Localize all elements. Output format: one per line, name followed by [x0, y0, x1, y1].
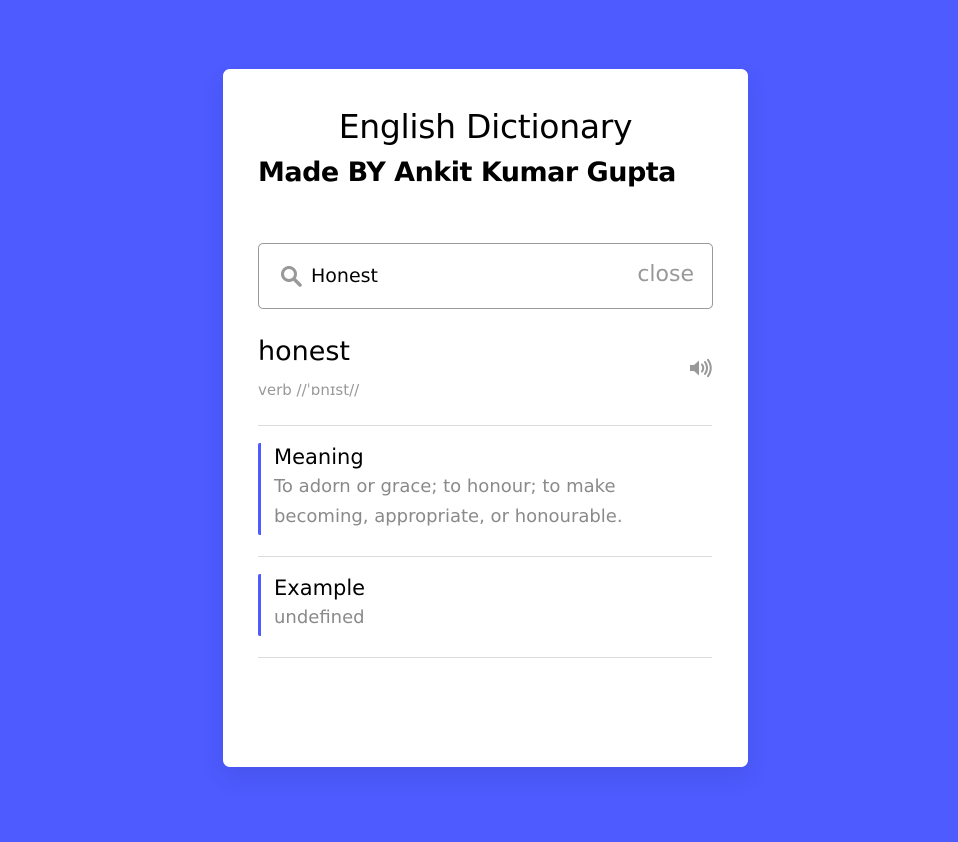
example-label: Example — [274, 576, 366, 600]
meaning-text: To adorn or grace; to honour; to make be… — [274, 476, 623, 528]
result-phonetic: verb //ˈɒnɪst// — [258, 381, 360, 399]
app-subtitle: Made BY Ankit Kumar Gupta — [258, 157, 676, 188]
app-title: English Dictionary — [338, 107, 633, 146]
divider — [258, 425, 712, 426]
divider — [258, 556, 712, 557]
volume-icon[interactable] — [689, 358, 713, 378]
meaning-section: Meaning To adorn or grace; to honour; to… — [258, 443, 712, 535]
search-input[interactable] — [311, 260, 611, 292]
search-icon — [281, 266, 302, 287]
search-box: close — [258, 243, 713, 309]
meaning-label: Meaning — [274, 445, 364, 469]
example-text: undefined — [274, 607, 365, 629]
result-word: honest — [258, 336, 351, 367]
example-section: Example undefined — [258, 574, 712, 636]
close-button[interactable]: close — [637, 262, 694, 287]
divider — [258, 657, 712, 658]
dictionary-card: English Dictionary Made BY Ankit Kumar G… — [223, 69, 748, 767]
